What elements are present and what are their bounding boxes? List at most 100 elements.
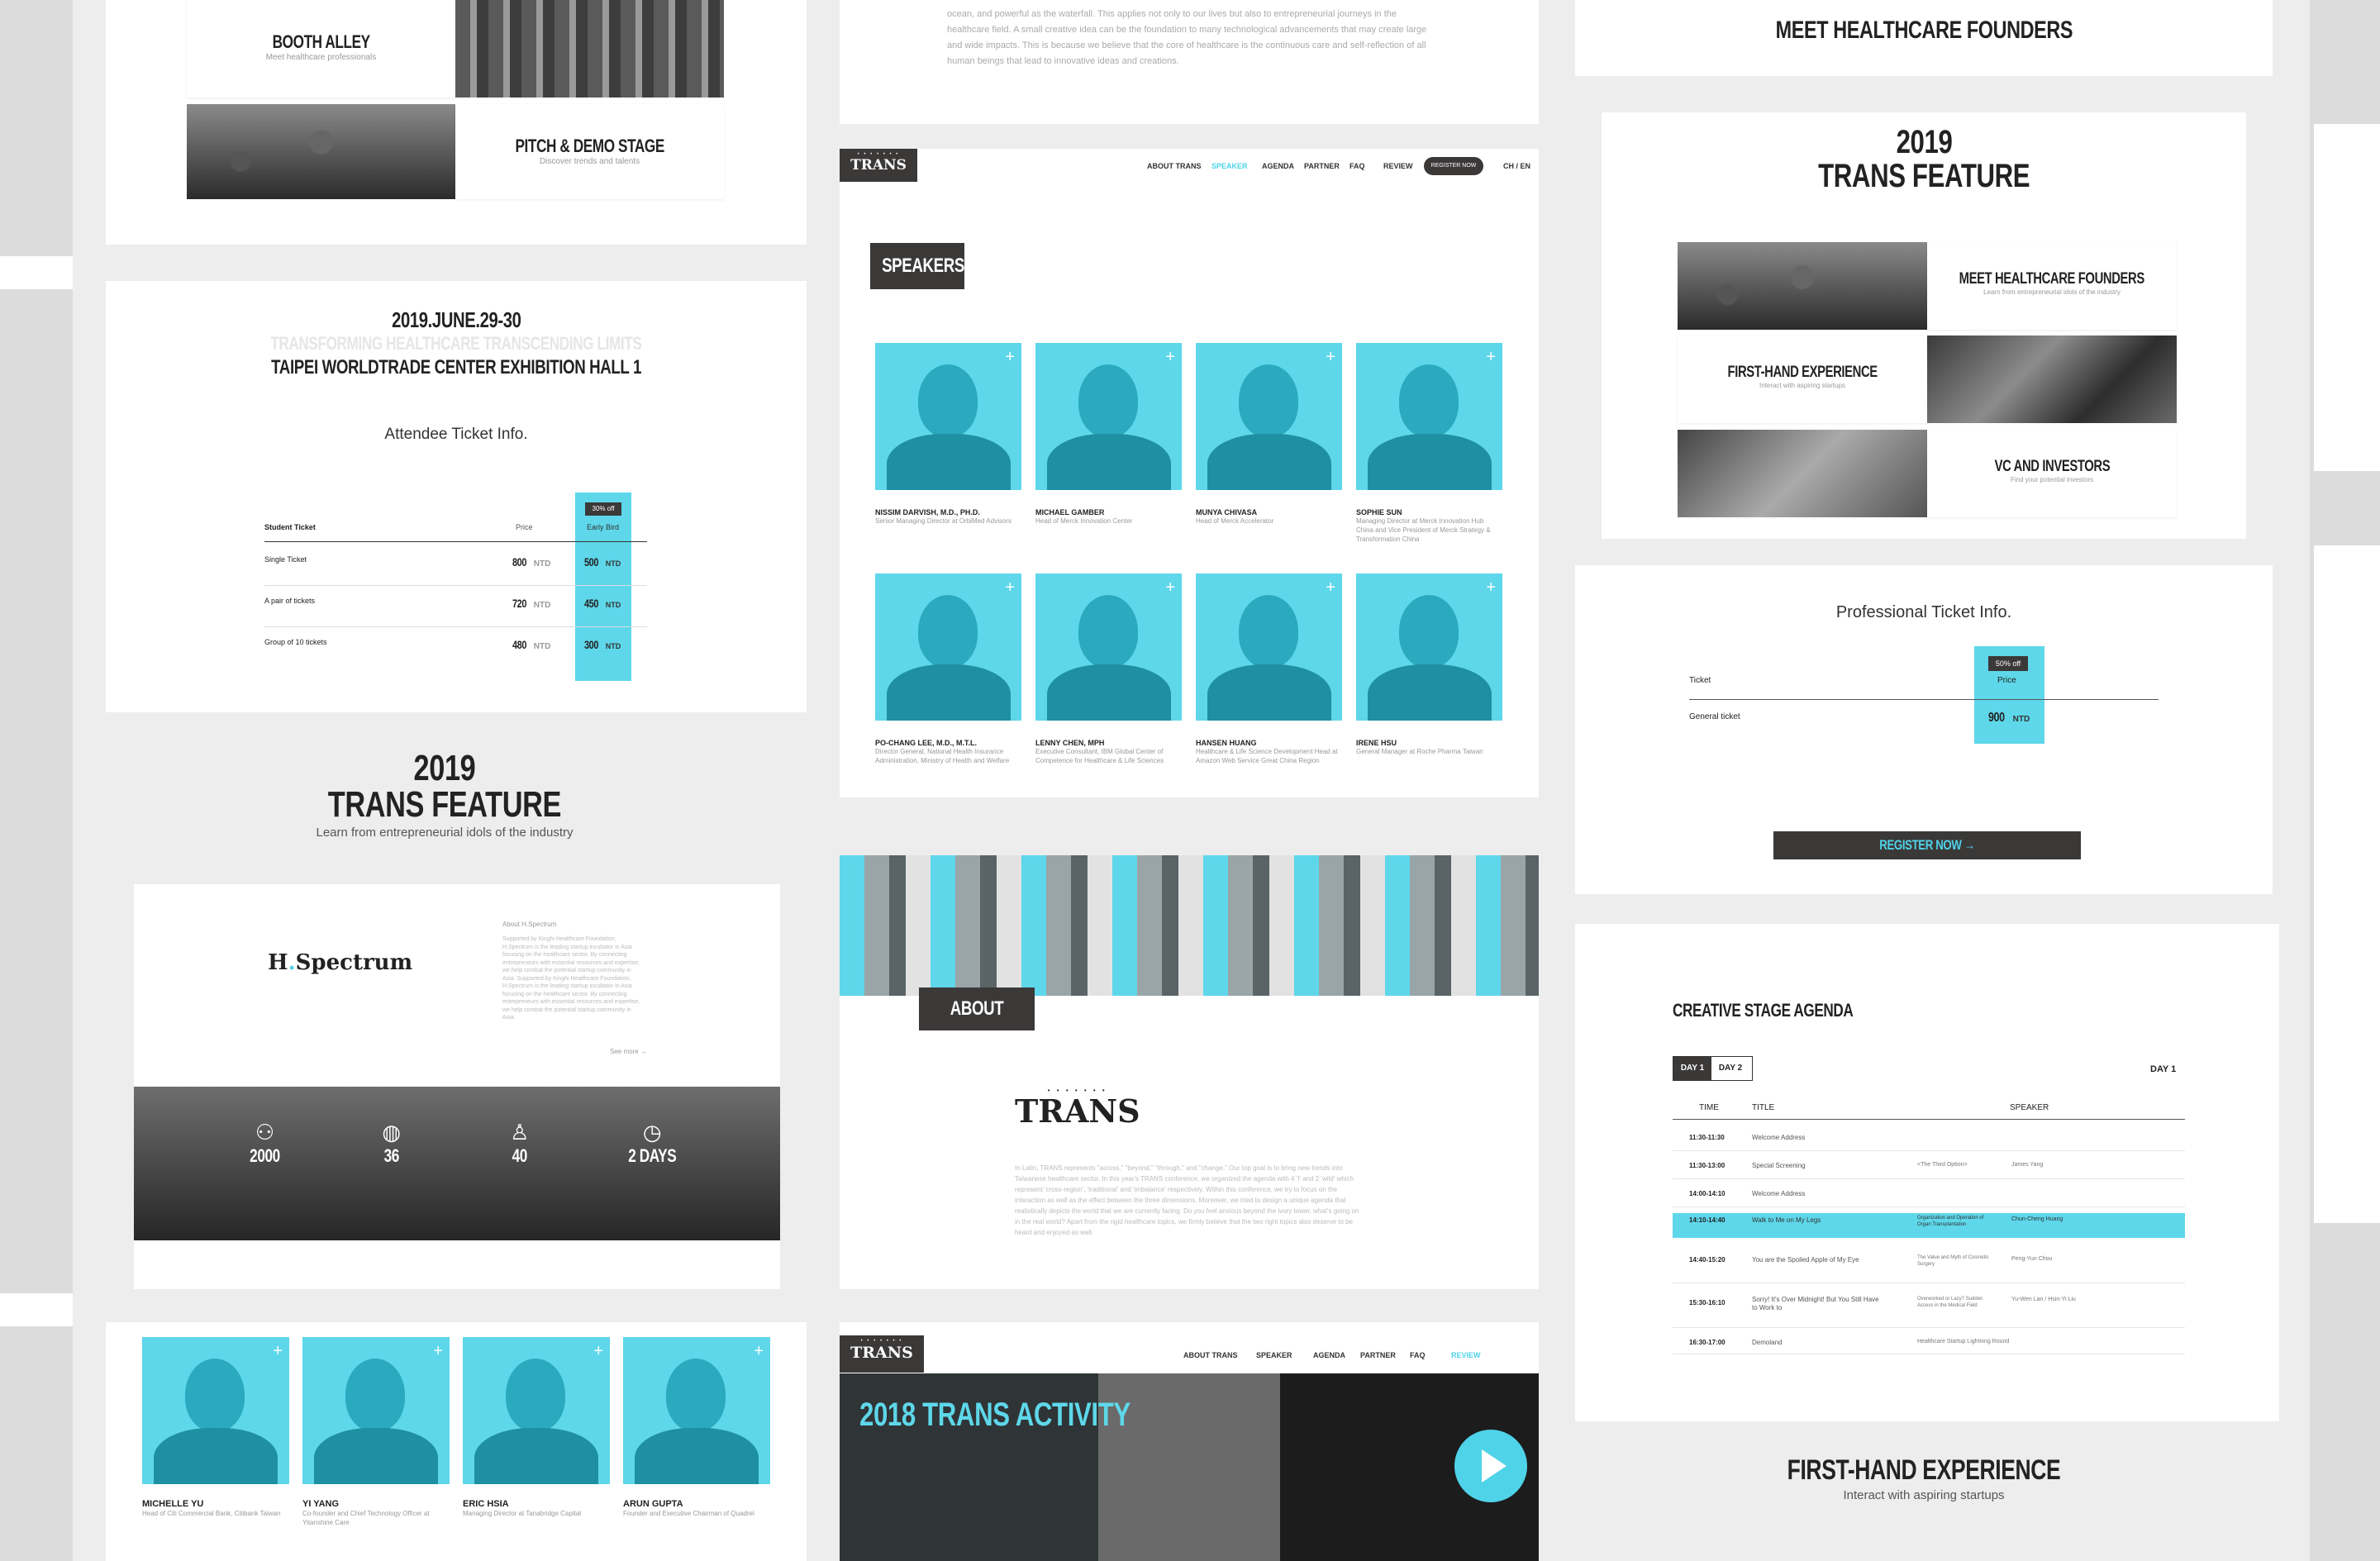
speaker-icon: ♙ <box>510 1120 530 1145</box>
agenda-row-highlighted[interactable]: 14:10-14:40 Walk to Me on My Legs Organi… <box>1673 1213 2185 1238</box>
intro-text-card: ocean, and powerful as the waterfall. Th… <box>840 0 1539 124</box>
nav-speaker[interactable]: SPEAKER <box>1256 1351 1292 1359</box>
plus-icon[interactable]: + <box>593 1342 603 1361</box>
ticket-row-label: Single Ticket <box>264 555 307 564</box>
ticket-row-price: 800 NTD <box>512 555 551 569</box>
plus-icon[interactable]: + <box>1165 578 1175 597</box>
tab-day2[interactable]: DAY 2 <box>1711 1057 1749 1080</box>
plus-icon[interactable]: + <box>1486 578 1496 597</box>
pitch-demo-tile[interactable]: PITCH & DEMO STAGE Discover trends and t… <box>455 104 724 199</box>
speakers-bottom-card: + MICHELLE YU Head of Citi Commercial Ba… <box>106 1322 807 1561</box>
plus-icon[interactable]: + <box>754 1342 764 1361</box>
nav-agenda[interactable]: AGENDA <box>1262 162 1294 170</box>
ticket-row-label: Group of 10 tickets <box>264 638 327 646</box>
plus-icon[interactable]: + <box>1005 578 1015 597</box>
agenda-row[interactable]: 14:40-15:20 You are the Spoiled Apple of… <box>1673 1246 2185 1283</box>
activity-card: • • • • • • • TRANS ABOUT TRANS SPEAKER … <box>840 1322 1539 1561</box>
speaker-desc: Managing Director at Merck Innovation Hu… <box>1356 517 1491 543</box>
spectrum-see-more[interactable]: See more → <box>610 1048 647 1055</box>
speaker-photo: + <box>623 1337 770 1484</box>
nav-about[interactable]: ABOUT TRANS <box>1147 162 1202 170</box>
col-ticket-type: Student Ticket <box>264 523 316 531</box>
nav-speaker[interactable]: SPEAKER <box>1211 162 1248 170</box>
speaker-desc: General Manager at Roche Pharma Taiwan <box>1356 748 1483 755</box>
speaker-name: MUNYA CHIVASA <box>1196 508 1258 516</box>
speaker-card[interactable]: + HANSEN HUANG Healthcare & Life Science… <box>1196 573 1342 765</box>
pro-ticket-heading: Professional Ticket Info. <box>1835 603 2012 621</box>
agenda-col-time: TIME <box>1699 1103 1719 1112</box>
nav-logo[interactable]: • • • • • • • TRANS <box>840 1335 924 1373</box>
speaker-card[interactable]: + ERIC HSIA Managing Director at Tanabri… <box>463 1337 610 1518</box>
pro-ticket-card: Professional Ticket Info. 50% off Ticket… <box>1575 565 2273 894</box>
first-hand-photo <box>1927 336 2177 423</box>
speaker-card[interactable]: + YI YANG Co-founder and Chief Technolog… <box>302 1337 450 1527</box>
speaker-name: IRENE HSU <box>1356 739 1397 747</box>
first-hand-tile[interactable]: FIRST-HAND EXPERIENCE Interact with aspi… <box>1678 336 1927 423</box>
nav-review[interactable]: REVIEW <box>1451 1351 1481 1359</box>
speaker-card[interactable]: + MUNYA CHIVASA Head of Merck Accelerato… <box>1196 343 1342 526</box>
speaker-card[interactable]: + PO-CHANG LEE, M.D., M.T.L. Director Ge… <box>875 573 1021 765</box>
nav-register-button[interactable]: REGISTER NOW <box>1424 157 1483 175</box>
nav-agenda[interactable]: AGENDA <box>1313 1351 1345 1359</box>
speaker-photo: + <box>302 1337 450 1484</box>
nav-review[interactable]: REVIEW <box>1383 162 1413 170</box>
speaker-desc: Senior Managing Director at OrbiMed Advi… <box>875 517 1011 525</box>
booth-pitch-card: BOOTH ALLEY Meet healthcare professional… <box>106 0 807 245</box>
feature-year: 2019 <box>413 748 476 788</box>
stat-speakers: ♙ 40 <box>510 1120 530 1166</box>
bg-stripe <box>0 256 73 289</box>
nav-faq[interactable]: FAQ <box>1349 162 1365 170</box>
plus-icon[interactable]: + <box>1486 348 1496 367</box>
agenda-row[interactable]: 11:30-13:00 Special Screening <The Third… <box>1673 1157 2185 1179</box>
spectrum-body: Supported by Kinghi Healthcare Foundatio… <box>502 936 640 1021</box>
plus-icon[interactable]: + <box>1165 348 1175 367</box>
vc-photo <box>1678 430 1927 517</box>
booth-alley-tile[interactable]: BOOTH ALLEY Meet healthcare professional… <box>187 0 455 98</box>
nav-logo[interactable]: • • • • • • • TRANS <box>840 149 917 182</box>
speaker-card[interactable]: + MICHAEL GAMBER Head of Merck Innovatio… <box>1035 343 1182 526</box>
speaker-desc: Head of Merck Accelerator <box>1196 517 1274 525</box>
plus-icon[interactable]: + <box>433 1342 443 1361</box>
founders-photo <box>1678 242 1927 330</box>
speaker-card[interactable]: + NISSIM DARVISH, M.D., PH.D. Senior Man… <box>875 343 1021 526</box>
speaker-photo: + <box>875 573 1021 721</box>
plus-icon[interactable]: + <box>273 1342 283 1361</box>
speaker-desc: Founder and Executive Chairman of Quadre… <box>623 1510 754 1517</box>
speaker-photo: + <box>875 343 1021 490</box>
about-body: In Latin, TRANS represents "across," "be… <box>1015 1164 1359 1236</box>
plus-icon[interactable]: + <box>1326 578 1335 597</box>
nav-lang-switch[interactable]: CH / EN <box>1503 162 1530 170</box>
speaker-card[interactable]: + ARUN GUPTA Founder and Executive Chair… <box>623 1337 770 1518</box>
ticket-row: Single Ticket 800 NTD 500 NTD <box>264 555 647 597</box>
speaker-card[interactable]: + MICHELLE YU Head of Citi Commercial Ba… <box>142 1337 289 1518</box>
agenda-row[interactable]: 14:00-14:10 Welcome Address <box>1673 1185 2185 1207</box>
stat-attendees: ⚇ 2000 <box>245 1120 284 1167</box>
plus-icon[interactable]: + <box>1005 348 1015 367</box>
spectrum-card: H.Spectrum About H.Spectrum Supported by… <box>134 884 780 1289</box>
speaker-photo: + <box>1356 343 1502 490</box>
speaker-card[interactable]: + IRENE HSU General Manager at Roche Pha… <box>1356 573 1502 756</box>
nav-partner[interactable]: PARTNER <box>1304 162 1340 170</box>
agenda-row[interactable]: 11:30-11:30 Welcome Address <box>1673 1129 2185 1151</box>
clock-icon: ◷ <box>642 1120 662 1145</box>
speaker-card[interactable]: + SOPHIE SUN Managing Director at Merck … <box>1356 343 1502 544</box>
register-now-button[interactable]: REGISTER NOW → <box>1773 831 2081 859</box>
agenda-row[interactable]: 16:30-17:00 Demoland Healthcare Startup … <box>1673 1332 2185 1354</box>
ticket-row-early: 500 NTD <box>584 555 621 569</box>
play-button[interactable] <box>1454 1430 1527 1502</box>
ticket-row: Group of 10 tickets 480 NTD 300 NTD <box>264 638 647 679</box>
speaker-card[interactable]: + LENNY CHEN, MPH Executive Consultant, … <box>1035 573 1182 765</box>
nav-about[interactable]: ABOUT TRANS <box>1183 1351 1238 1359</box>
plus-icon[interactable]: + <box>1326 348 1335 367</box>
tab-day1[interactable]: DAY 1 <box>1673 1057 1711 1080</box>
speaker-name: HANSEN HUANG <box>1196 739 1257 747</box>
nav-faq[interactable]: FAQ <box>1410 1351 1426 1359</box>
founders-tile[interactable]: MEET HEALTHCARE FOUNDERS Learn from entr… <box>1927 242 2177 330</box>
table-divider <box>1673 1119 2185 1120</box>
agenda-row[interactable]: 15:30-16:10 Sorry! It's Over Midnight! B… <box>1673 1287 2185 1328</box>
speaker-name: SOPHIE SUN <box>1356 508 1402 516</box>
vc-tile[interactable]: VC AND INVESTORS Find your potential inv… <box>1927 430 2177 517</box>
ticket-row-label: A pair of tickets <box>264 597 316 605</box>
nav-partner[interactable]: PARTNER <box>1360 1351 1396 1359</box>
speaker-name: LENNY CHEN, MPH <box>1035 739 1105 747</box>
